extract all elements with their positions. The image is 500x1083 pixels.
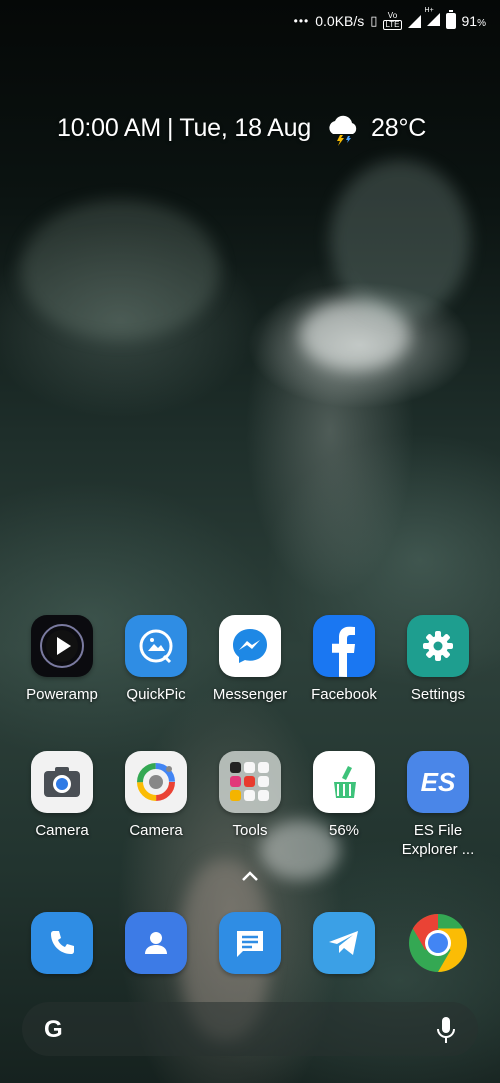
battery-value: 91	[461, 13, 478, 29]
dock-contacts[interactable]	[109, 912, 203, 974]
app-label: Poweramp	[26, 686, 98, 703]
app-label: Camera	[129, 822, 183, 839]
signal-icon	[407, 14, 421, 28]
status-icons: ••• 0.0KB/s ▯ Vo LTE H+ 91%	[293, 7, 486, 30]
notification-dots: •••	[293, 14, 310, 28]
app-settings[interactable]: Settings	[391, 615, 485, 704]
battery-icon	[445, 10, 456, 29]
dock-phone[interactable]	[15, 912, 109, 974]
contacts-icon	[125, 912, 187, 974]
folder-tools[interactable]: Tools	[203, 751, 297, 840]
lens-camera-icon	[125, 751, 187, 813]
app-label: Camera	[35, 822, 89, 839]
message-icon	[219, 912, 281, 974]
app-label: ES File Explorer ...	[401, 822, 475, 858]
thunderstorm-cloud-icon[interactable]	[323, 112, 363, 146]
data-type-label: H+	[424, 7, 434, 14]
app-row-2: Camera Camera Tools 56% ES ES File Explo…	[0, 751, 500, 871]
telegram-icon	[313, 912, 375, 974]
battery-percent: 91%	[462, 13, 486, 29]
app-label: Settings	[410, 686, 466, 703]
folder-icon	[219, 751, 281, 813]
facebook-icon	[313, 615, 375, 677]
es-logo-text: ES	[420, 766, 456, 797]
mic-icon[interactable]	[436, 1015, 456, 1045]
quickpic-icon	[125, 615, 187, 677]
app-es-file-explorer[interactable]: ES ES File Explorer ...	[391, 751, 485, 859]
messenger-icon	[219, 615, 281, 677]
app-label: QuickPic	[126, 686, 186, 703]
lte-label: LTE	[383, 20, 402, 30]
clock[interactable]: 10:00 AM	[57, 114, 161, 143]
app-poweramp[interactable]: Poweramp	[15, 615, 109, 704]
volte-icon: Vo LTE	[383, 11, 402, 30]
dock-chrome[interactable]	[391, 912, 485, 974]
app-cleaner[interactable]: 56%	[297, 751, 391, 840]
temperature[interactable]: 28°C	[371, 114, 426, 143]
glance-separator: |	[167, 113, 174, 142]
dock	[0, 912, 500, 976]
app-camera[interactable]: Camera	[15, 751, 109, 840]
at-a-glance-widget[interactable]: 10:00 AM | Tue, 18 Aug 28°C	[57, 112, 426, 146]
vibrate-icon: ▯	[370, 13, 378, 28]
app-label: Messenger	[212, 686, 288, 703]
app-label: Facebook	[311, 686, 377, 703]
phone-icon	[31, 912, 93, 974]
app-drawer-arrow-icon[interactable]	[240, 868, 260, 884]
app-label: 56%	[328, 822, 360, 839]
dock-messages[interactable]	[203, 912, 297, 974]
google-logo-letter: G	[44, 1016, 63, 1043]
folder-label: Tools	[232, 822, 268, 839]
app-facebook[interactable]: Facebook	[297, 615, 391, 704]
gear-icon	[407, 615, 469, 677]
date[interactable]: Tue, 18 Aug	[179, 114, 311, 143]
google-search-bar[interactable]: G	[22, 1002, 478, 1056]
camera-icon	[31, 751, 93, 813]
volte-label: Vo	[387, 11, 398, 20]
dock-telegram[interactable]	[297, 912, 391, 974]
es-file-explorer-icon: ES	[407, 751, 469, 813]
app-quickpic[interactable]: QuickPic	[109, 615, 203, 704]
battery-unit: %	[477, 18, 486, 29]
app-camera-lens[interactable]: Camera	[109, 751, 203, 840]
broom-icon	[313, 751, 375, 813]
network-speed: 0.0KB/s	[315, 13, 365, 29]
app-row-1: Poweramp QuickPic Messenger Facebook Set…	[0, 615, 500, 735]
poweramp-play-icon	[31, 615, 93, 677]
app-messenger[interactable]: Messenger	[203, 615, 297, 704]
data-signal-icon: H+	[425, 7, 440, 29]
status-bar: ••• 0.0KB/s ▯ Vo LTE H+ 91%	[0, 0, 500, 44]
google-logo-icon[interactable]: G	[44, 1016, 70, 1043]
chrome-icon	[407, 912, 469, 974]
